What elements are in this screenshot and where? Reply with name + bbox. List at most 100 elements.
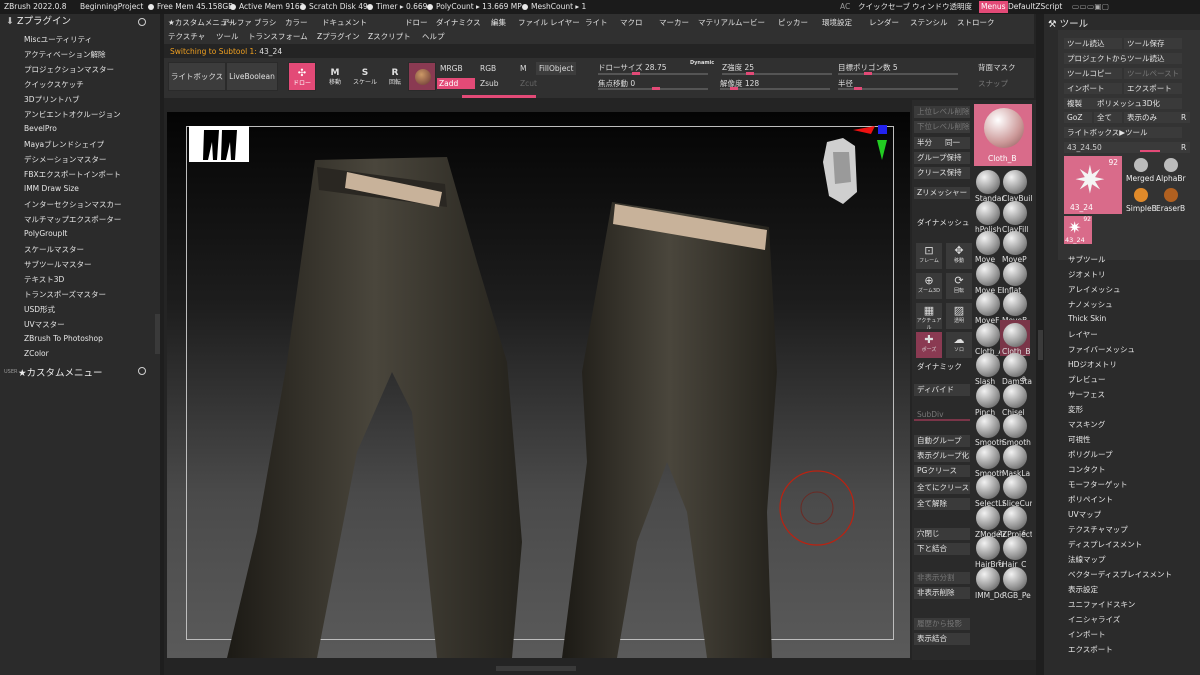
shelf-button[interactable]: 上位レベル削除 [914,106,970,118]
tool-subpalette-item[interactable]: 法線マップ [1068,554,1106,565]
tool-r-button[interactable]: R [1178,142,1190,153]
menu-item[interactable]: マーカー [659,17,689,28]
shelf-button[interactable]: 全てにクリース [914,482,970,494]
shelf-button[interactable]: グループ保持 [914,152,970,164]
menu-item[interactable]: トランスフォーム [248,31,308,42]
tool-thumb-small[interactable]: EraserB [1156,186,1185,214]
brush-icon[interactable] [1003,505,1027,530]
shelf-button[interactable]: ダイナミック [914,361,970,373]
tool-button[interactable]: インポート [1064,83,1122,94]
zplugin-item[interactable]: クイックスケッチ [24,79,84,90]
brush-icon[interactable] [976,383,1000,408]
ac-toggle[interactable]: AC [840,0,850,14]
zplugin-item[interactable]: インターセクションマスカー [24,199,122,210]
zplugin-item[interactable]: FBXエクスポートインポート [24,169,121,180]
zplugin-item[interactable]: USD形式 [24,304,55,315]
half-knob[interactable] [854,87,862,90]
m-toggle[interactable]: M [520,64,526,73]
custom-menu-header[interactable]: ★カスタムメニュー [18,365,103,379]
menu-item[interactable]: ドキュメント [322,17,367,28]
tool-subpalette-item[interactable]: エクスポート [1068,644,1113,655]
shelf-button[interactable]: 履歴から投影 [914,618,970,630]
tool-subpalette-item[interactable]: ポリペイント [1068,494,1113,505]
menu-item[interactable]: ヘルプ [422,31,445,42]
shelf-button[interactable]: 表示グループ化 [914,450,970,462]
tool-button[interactable]: プロジェクトからツール読込 [1064,53,1182,64]
zplugin-item[interactable]: BevelPro [24,124,57,133]
menu-item[interactable]: ライト [585,17,608,28]
brush-icon[interactable] [976,292,1000,316]
zplugin-item[interactable]: マルチマップエクスポーター [24,214,121,225]
tool-subpalette-item[interactable]: イニシャライズ [1068,614,1120,625]
zplugin-item[interactable]: UVマスター [24,319,65,330]
brush-preview[interactable]: Cloth_B [974,104,1032,166]
brush-icon[interactable] [976,444,1000,469]
tool-button[interactable]: R [1178,112,1190,123]
shelf-button[interactable]: PGクリース [914,465,970,477]
fillobject-button[interactable]: FillObject [536,62,577,75]
tool-subpalette-item[interactable]: ディスプレイスメント [1068,539,1142,550]
tool-subpalette-item[interactable]: アレイメッシュ [1068,284,1121,295]
shelf-icon-button[interactable]: ▦ アクチュアル [916,303,942,331]
tool-subpalette-item[interactable]: UVマップ [1068,509,1101,520]
menu-item[interactable]: ブラシ [254,17,276,28]
tool-subpalette-item[interactable]: HDジオメトリ [1068,359,1117,370]
tool-button[interactable]: ツール読込 [1064,38,1122,49]
brush-icon[interactable] [976,475,1000,499]
menu-item[interactable]: ストローク [957,17,995,28]
rgb-intensity-bar[interactable] [462,95,536,98]
menu-item[interactable]: レンダー [869,17,899,28]
menu-item[interactable]: Zスクリプト [368,31,411,42]
menu-item[interactable]: マクロ [620,17,643,28]
brush-icon[interactable] [1003,414,1027,438]
tool-thumb-small[interactable]: SimpleB [1126,186,1157,214]
mrgb-toggle[interactable]: MRGB [440,64,463,73]
brush-icon[interactable] [976,536,1000,560]
draw-size-knob[interactable] [632,72,640,75]
menu-item[interactable]: ダイナミクス [436,17,481,28]
shelf-icon-button[interactable]: ▨ 透明 [946,303,972,329]
tool-button[interactable]: 表示のみ [1124,112,1182,123]
target-poly-slider[interactable] [838,73,958,75]
zplugin-item[interactable]: ZColor [24,349,49,358]
menu-item[interactable]: ツール [216,31,239,42]
brush-icon[interactable] [1003,200,1027,225]
menu-item[interactable]: マテリアル [698,17,735,28]
z-intensity-knob[interactable] [746,72,754,75]
refresh-icon[interactable] [138,18,146,26]
menu-item[interactable]: レイヤー [550,17,580,28]
shelf-button[interactable]: クリース保持 [914,167,970,179]
tool-button[interactable]: エクスポート [1124,83,1182,94]
shelf-button[interactable]: 非表示削除 [914,587,970,599]
move-mode-button[interactable]: M 移動 [322,62,348,91]
shelf-button[interactable]: Zリメッシャー [914,187,970,199]
menu-item[interactable]: 環境設定 [822,17,852,28]
menu-item[interactable]: テクスチャ [168,31,205,42]
tool-header[interactable]: ⚒ ツール [1048,16,1088,30]
project-name[interactable]: BeginningProject [80,0,143,14]
shelf-button[interactable]: ダイナメッシュ [914,217,970,229]
tool-button[interactable]: GoZ [1064,112,1092,123]
menu-item[interactable]: ムービー [735,17,765,28]
panel-collapse-handle[interactable] [1038,330,1043,360]
menu-item[interactable]: Zプラグイン [317,31,360,42]
quicksave-button[interactable]: クイックセーブ [858,0,910,14]
tool-subpalette-item[interactable]: ベクターディスプレイスメント [1068,569,1172,580]
menu-item[interactable]: アルファ [222,17,252,28]
shelf-button[interactable]: 全て解除 [914,498,970,510]
zplugin-item[interactable]: IMM Draw Size [24,184,79,193]
brush-icon[interactable] [1003,444,1027,469]
shelf-button[interactable]: 表示結合 [914,633,970,645]
lightbox-button[interactable]: ライトボックス [168,62,226,91]
snap-toggle[interactable]: スナップ [978,78,1008,89]
tool-subpalette-item[interactable]: ポリグループ [1068,449,1113,460]
brush-icon[interactable] [1003,536,1027,560]
menu-item[interactable]: ステンシル [910,17,948,28]
tool-subpalette-item[interactable]: サブツール [1068,254,1106,265]
tool-thumb-small[interactable]: Merged [1126,156,1154,184]
zplugin-item[interactable]: アンビエントオクルージョン [24,109,121,120]
tool-button[interactable]: ツールペースト [1124,68,1182,79]
scale-mode-button[interactable]: S スケール [352,62,378,91]
brush-label[interactable]: IMM_Dc [975,591,1005,600]
tool-subpalette-item[interactable]: Thick Skin [1068,314,1106,323]
